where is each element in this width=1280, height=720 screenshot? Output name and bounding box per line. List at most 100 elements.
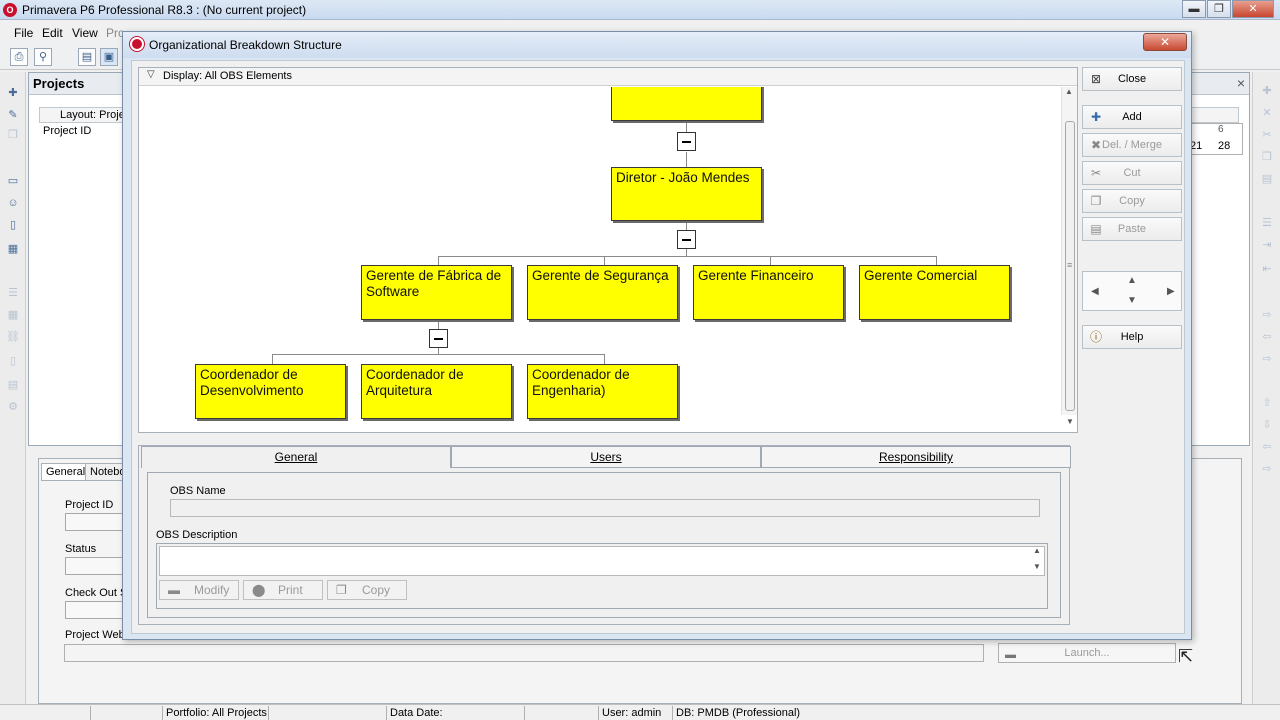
indent-icon[interactable]: ⇥ xyxy=(1260,238,1274,252)
print-button[interactable]: ⬤ Print xyxy=(243,580,323,600)
add-button[interactable]: ✚ Add xyxy=(1082,105,1182,129)
move-right-alt-icon[interactable]: ⇨ xyxy=(1260,352,1274,366)
project-id-column-header[interactable]: Project ID xyxy=(43,125,91,137)
minimize-button[interactable]: ▬ xyxy=(1182,0,1206,18)
page-icon[interactable]: ▯ xyxy=(6,354,20,368)
obs-dialog: Organizational Breakdown Structure ✕ ▽ D… xyxy=(122,31,1192,640)
project-id-field[interactable] xyxy=(65,513,125,531)
tab-general[interactable]: General xyxy=(41,463,91,481)
layout-icon[interactable]: ▤ xyxy=(78,48,96,66)
menu-file[interactable]: File xyxy=(14,26,33,40)
gantt-timescale: 6 21 28 xyxy=(1187,123,1243,155)
settings-icon[interactable]: ⚙ xyxy=(6,400,20,414)
display-bar[interactable]: ▽ Display: All OBS Elements xyxy=(139,68,1077,86)
obs-node-finance[interactable]: Gerente Financeiro xyxy=(693,265,844,320)
report-icon[interactable]: ▤ xyxy=(6,378,20,392)
move-left-icon[interactable]: ⇦ xyxy=(1260,330,1274,344)
move-down-icon[interactable]: ⇩ xyxy=(1260,418,1274,432)
add-icon[interactable]: ✚ xyxy=(1260,84,1274,98)
print-icon[interactable]: ⎙ xyxy=(10,48,28,66)
connector-line xyxy=(438,321,439,329)
help-button[interactable]: ⓘ Help xyxy=(1082,325,1182,349)
chevron-down-icon[interactable]: ▽ xyxy=(147,69,155,80)
obs-node-director[interactable]: Diretor - João Mendes xyxy=(611,167,762,221)
print-icon: ⬤ xyxy=(252,583,266,597)
folder-icon[interactable]: ▭ xyxy=(6,174,20,188)
obs-node-engineering-coordinator[interactable]: Coordenador de Engenharia) xyxy=(527,364,678,419)
add-icon[interactable]: ✚ xyxy=(6,86,20,100)
modify-button[interactable]: ▬ Modify xyxy=(159,580,239,600)
dialog-close-button[interactable]: ✕ xyxy=(1143,33,1187,51)
display-filter-label: Display: All OBS Elements xyxy=(163,70,292,82)
obs-chart-canvas: Diretor - João Mendes Gerente de Fábrica… xyxy=(139,87,1061,433)
paste-icon[interactable]: ▤ xyxy=(1260,172,1274,186)
check-out-field[interactable] xyxy=(65,601,125,619)
left-toolbar-strip: ✚ ✎ ❐ ▭ ☺ ▯ ▦ ☰ ▦ ⛓ ▯ ▤ ⚙ xyxy=(0,72,26,712)
collapse-icon[interactable] xyxy=(429,329,448,348)
projects-close-icon[interactable]: × xyxy=(1237,75,1245,91)
vertical-scrollbar[interactable]: ▲ ≡ ▼ xyxy=(1061,87,1077,426)
copy-icon: ❐ xyxy=(336,583,347,597)
outline-icon[interactable]: ☰ xyxy=(1260,216,1274,230)
obs-node-architecture-coordinator[interactable]: Coordenador de Arquitetura xyxy=(361,364,512,419)
move-right-icon[interactable]: ⇨ xyxy=(1260,308,1274,322)
collapse-icon[interactable] xyxy=(677,230,696,249)
launch-icon: ▬ xyxy=(1005,649,1016,661)
tab-general[interactable]: General xyxy=(141,446,451,468)
scroll-down-icon[interactable]: ▼ xyxy=(1066,417,1074,426)
move-left-icon[interactable]: ◀ xyxy=(1091,286,1099,297)
scroll-down-icon[interactable]: ▼ xyxy=(1033,562,1041,571)
paste-button-label: Paste xyxy=(1117,223,1147,235)
move-right-icon[interactable]: ▶ xyxy=(1167,286,1175,297)
cut-icon[interactable]: ✂ xyxy=(1260,128,1274,142)
link-icon[interactable]: ⛓ xyxy=(6,330,20,344)
move-up-icon[interactable]: ⇧ xyxy=(1260,396,1274,410)
copy-button[interactable]: ❐ Copy xyxy=(1082,189,1182,213)
scroll-up-icon[interactable]: ▲ xyxy=(1065,87,1073,96)
tools-icon[interactable]: ✎ xyxy=(6,108,20,122)
obs-node-security[interactable]: Gerente de Segurança xyxy=(527,265,678,320)
tab-users[interactable]: Users xyxy=(451,446,761,468)
grid-icon[interactable]: ▦ xyxy=(6,308,20,322)
obs-node-commercial[interactable]: Gerente Comercial xyxy=(859,265,1010,320)
move-up-icon[interactable]: ▲ xyxy=(1127,275,1137,286)
copy-description-button[interactable]: ❐ Copy xyxy=(327,580,407,600)
project-web-field[interactable] xyxy=(64,644,984,662)
scrollbar-thumb[interactable]: ≡ xyxy=(1065,121,1075,411)
collapse-icon[interactable] xyxy=(677,132,696,151)
paste-button[interactable]: ▤ Paste xyxy=(1082,217,1182,241)
tab-responsibility[interactable]: Responsibility xyxy=(761,446,1071,468)
menu-edit[interactable]: Edit xyxy=(42,26,63,40)
copy-icon[interactable]: ❐ xyxy=(1260,150,1274,164)
delete-merge-button[interactable]: ✖ Del. / Merge xyxy=(1082,133,1182,157)
maximize-button[interactable]: ❐ xyxy=(1207,0,1231,18)
obs-name-field[interactable] xyxy=(170,499,1040,517)
help-icon: ⓘ xyxy=(1089,330,1102,344)
add-button-label: Add xyxy=(1122,111,1142,123)
main-close-button[interactable]: ✕ xyxy=(1232,0,1274,18)
print-preview-icon[interactable]: ⚲ xyxy=(34,48,52,66)
forward-icon[interactable]: ⇨ xyxy=(1260,462,1274,476)
status-field[interactable] xyxy=(65,557,125,575)
list-icon[interactable]: ☰ xyxy=(6,286,20,300)
copy-icon[interactable]: ❐ xyxy=(6,128,20,142)
close-button[interactable]: ⊠ Close xyxy=(1082,67,1182,91)
outdent-icon[interactable]: ⇤ xyxy=(1260,262,1274,276)
chart-icon[interactable]: ▦ xyxy=(6,242,20,256)
obs-node-dev-coordinator[interactable]: Coordenador de Desenvolvimento xyxy=(195,364,346,419)
cut-button[interactable]: ✂ Cut xyxy=(1082,161,1182,185)
obs-description-field[interactable] xyxy=(159,546,1045,576)
menu-view[interactable]: View xyxy=(72,26,98,40)
delete-icon[interactable]: ✕ xyxy=(1260,106,1274,120)
scroll-up-icon[interactable]: ▲ xyxy=(1033,546,1041,555)
move-down-icon[interactable]: ▼ xyxy=(1127,295,1137,306)
paste-icon: ▤ xyxy=(1090,222,1102,236)
obs-node-software-factory[interactable]: Gerente de Fábrica de Software xyxy=(361,265,512,320)
toggle-view-icon[interactable]: ▣ xyxy=(100,48,118,66)
grip-icon: ≡ xyxy=(1067,260,1073,270)
back-icon[interactable]: ⇦ xyxy=(1260,440,1274,454)
document-icon[interactable]: ▯ xyxy=(6,218,20,232)
obs-node-top[interactable] xyxy=(611,87,762,121)
launch-button[interactable]: ▬ Launch... xyxy=(998,643,1176,663)
user-icon[interactable]: ☺ xyxy=(6,196,20,210)
